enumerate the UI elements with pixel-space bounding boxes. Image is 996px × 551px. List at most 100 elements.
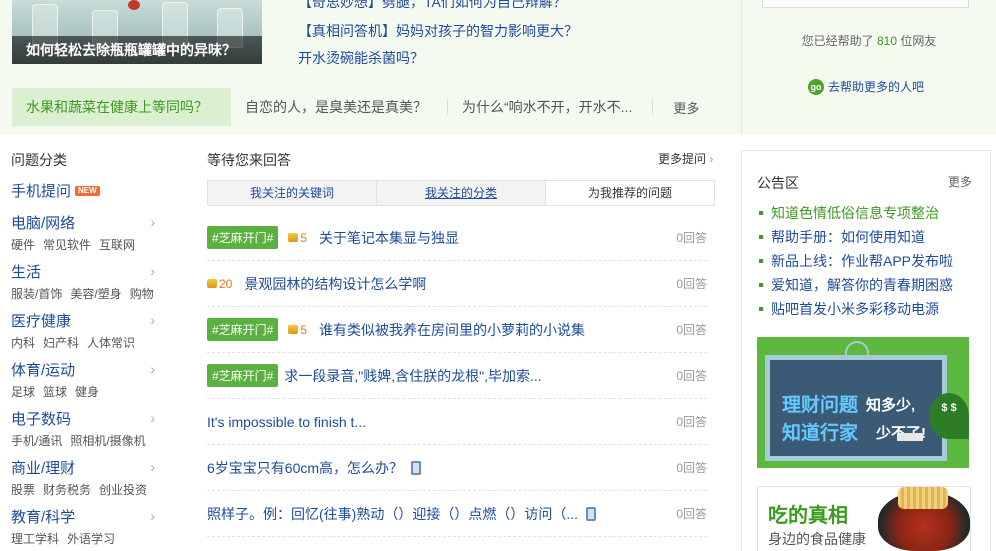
question-title[interactable]: 关于笔记本集显与独显 bbox=[319, 228, 459, 248]
category-item[interactable]: 医疗健康 › 内科 妇产科 人体常识 bbox=[11, 310, 161, 351]
subcategory-link[interactable]: 财务税务 bbox=[43, 483, 91, 497]
hot-question-link[interactable]: 【真相问答机】妈妈对孩子的智力影响更大？ bbox=[298, 21, 578, 41]
hot-question-link[interactable]: 【奇思妙想】劈腿，TA们如何为自己辩解？ bbox=[298, 0, 567, 12]
money-gear-icon: $ $ bbox=[929, 393, 969, 439]
tab-categories[interactable]: 我关注的分类 bbox=[377, 181, 546, 205]
help-count: 您已经帮助了 810 位网友 bbox=[742, 32, 996, 49]
tab-keywords[interactable]: 我关注的关键词 bbox=[208, 181, 377, 205]
notice-item[interactable]: 帮助手册：如何使用知道 bbox=[759, 227, 925, 247]
category-item[interactable]: 教育/科学 › 理工学科 外语学习 bbox=[11, 506, 161, 547]
food-banner-title: 吃的真相 bbox=[768, 505, 848, 527]
subcategory-link[interactable]: 外语学习 bbox=[67, 532, 115, 546]
question-title[interactable]: 景观园林的结构设计怎么学啊 bbox=[244, 274, 426, 294]
question-title[interactable]: 6岁宝宝只有60cm高，怎么办？ bbox=[207, 458, 403, 478]
food-banner-subtitle: 身边的食品健康 bbox=[768, 531, 866, 547]
question-row[interactable]: #芝麻开门# 求一段录音,"贱婢,含住朕的龙根",毕加索... 0回答 bbox=[207, 353, 707, 399]
subcategory-link[interactable]: 理工学科 bbox=[11, 532, 59, 546]
strip-more-link[interactable]: 更多 bbox=[653, 98, 699, 117]
subcategory-link[interactable]: 健身 bbox=[75, 385, 99, 399]
notice-item[interactable]: 爱知道，解答你的青春期困惑 bbox=[759, 275, 953, 295]
subcategory-link[interactable]: 股票 bbox=[11, 483, 35, 497]
help-count-number: 810 bbox=[876, 34, 898, 48]
bullet-icon bbox=[759, 211, 763, 215]
subcategory-link[interactable]: 手机/通讯 bbox=[11, 434, 62, 448]
category-item[interactable]: 商业/理财 › 股票 财务税务 创业投资 bbox=[11, 457, 161, 498]
question-title[interactable]: 求一段录音,"贱婢,含住朕的龙根",毕加索... bbox=[284, 366, 541, 386]
coin-icon bbox=[207, 279, 217, 288]
category-item[interactable]: 体育/运动 › 足球 篮球 健身 bbox=[11, 359, 161, 400]
question-title[interactable]: 谁有类似被我养在房间里的小萝莉的小说集 bbox=[319, 320, 585, 340]
tab-recommended[interactable]: 为我推荐的问题 bbox=[546, 181, 714, 205]
notice-more-link[interactable]: 更多 bbox=[948, 173, 972, 190]
banner-text: 知多少, bbox=[866, 397, 916, 414]
chevron-right-icon: › bbox=[709, 152, 714, 166]
notice-item[interactable]: 新品上线：作业帮APP发布啦 bbox=[759, 251, 953, 271]
more-questions-link[interactable]: 更多提问 › bbox=[658, 150, 713, 167]
subcategory-link[interactable]: 美容/塑身 bbox=[70, 287, 121, 301]
subcategory-link[interactable]: 足球 bbox=[11, 385, 35, 399]
chevron-right-icon: › bbox=[150, 312, 155, 328]
question-tag[interactable]: #芝麻开门# bbox=[207, 226, 279, 249]
mobile-ask[interactable]: 手机提问 NEW bbox=[11, 180, 161, 201]
answer-count: 0回答 bbox=[676, 507, 707, 521]
reward-coins: 5 bbox=[288, 231, 307, 245]
answer-count: 0回答 bbox=[676, 461, 707, 475]
subcategory-link[interactable]: 服装/首饰 bbox=[11, 287, 62, 301]
question-tag[interactable]: #芝麻开门# bbox=[207, 318, 279, 341]
chevron-right-icon: › bbox=[150, 459, 155, 475]
category-name[interactable]: 生活 bbox=[11, 261, 161, 282]
category-item[interactable]: 生活 › 服装/首饰 美容/塑身 购物 bbox=[11, 261, 161, 302]
strip-question[interactable]: 自恋的人，是臭美还是真美？ bbox=[231, 99, 448, 115]
promo-image[interactable]: 如何轻松去除瓶瓶罐罐中的异味？ bbox=[12, 0, 262, 64]
phone-icon bbox=[586, 506, 596, 521]
category-name[interactable]: 教育/科学 bbox=[11, 506, 161, 527]
subcategory-link[interactable]: 创业投资 bbox=[99, 483, 147, 497]
question-row[interactable]: 照样子。例：回忆(往事)熟动（）迎接（）点燃（）访问（... 0回答 bbox=[207, 491, 707, 537]
question-tag[interactable]: #芝麻开门# bbox=[207, 364, 279, 387]
notice-item[interactable]: 知道色情低俗信息专项整治 bbox=[759, 203, 939, 223]
chevron-right-icon: › bbox=[150, 263, 155, 279]
help-panel: 您已经帮助了 810 位网友 go 去帮助更多的人吧 bbox=[741, 0, 996, 134]
subcategory-link[interactable]: 互联网 bbox=[99, 238, 135, 252]
notice-item[interactable]: 贴吧首发小米多彩移动电源 bbox=[759, 299, 939, 319]
bullet-icon bbox=[759, 259, 763, 263]
help-count-prefix: 您已经帮助了 bbox=[801, 34, 874, 48]
subcategory-link[interactable]: 常见软件 bbox=[43, 238, 91, 252]
coin-icon bbox=[288, 325, 299, 334]
category-name[interactable]: 商业/理财 bbox=[11, 457, 161, 478]
hot-question-link[interactable]: 开水烫碗能杀菌吗？ bbox=[298, 48, 424, 68]
chevron-right-icon: › bbox=[150, 508, 155, 524]
reward-coins: 5 bbox=[288, 323, 307, 337]
question-row[interactable]: #芝麻开门# 5 关于笔记本集显与独显 0回答 bbox=[207, 215, 707, 261]
subcategory-link[interactable]: 人体常识 bbox=[87, 336, 135, 350]
question-title[interactable]: 照样子。例：回忆(往事)熟动（）迎接（）点燃（）访问（... bbox=[207, 504, 578, 524]
question-tabs: 我关注的关键词 我关注的分类 为我推荐的问题 bbox=[207, 180, 715, 206]
help-more-link[interactable]: go 去帮助更多的人吧 bbox=[808, 78, 924, 95]
food-truth-banner[interactable]: 吃的真相 身边的食品健康 bbox=[757, 486, 971, 551]
category-subs: 服装/首饰 美容/塑身 购物 bbox=[11, 285, 161, 302]
question-title[interactable]: It's impossible to finish t... bbox=[207, 414, 366, 430]
notice-title: 公告区 bbox=[757, 175, 799, 191]
mobile-ask-label[interactable]: 手机提问 bbox=[11, 183, 71, 200]
strip-active-question[interactable]: 水果和蔬菜在健康上等同吗？ bbox=[12, 88, 231, 126]
strip-question[interactable]: 为什么“响水不开，开水不... bbox=[448, 99, 654, 115]
question-row[interactable]: It's impossible to finish t... 0回答 bbox=[207, 399, 707, 445]
banner-text: 理财问题 bbox=[782, 395, 859, 416]
question-row[interactable]: #芝麻开门# 5 谁有类似被我养在房间里的小萝莉的小说集 0回答 bbox=[207, 307, 707, 353]
subcategory-link[interactable]: 购物 bbox=[130, 287, 154, 301]
category-name[interactable]: 电子数码 bbox=[11, 408, 161, 429]
subcategory-link[interactable]: 篮球 bbox=[43, 385, 67, 399]
category-name[interactable]: 医疗健康 bbox=[11, 310, 161, 331]
subcategory-link[interactable]: 内科 bbox=[11, 336, 35, 350]
category-item[interactable]: 电子数码 › 手机/通讯 照相机/摄像机 bbox=[11, 408, 161, 449]
question-row[interactable]: 6岁宝宝只有60cm高，怎么办？ 0回答 bbox=[207, 445, 707, 491]
finance-expert-banner[interactable]: 理财问题 知多少, 知道行家 少不了! $ $ bbox=[757, 337, 969, 468]
subcategory-link[interactable]: 照相机/摄像机 bbox=[70, 434, 145, 448]
question-row[interactable]: 20 景观园林的结构设计怎么学啊 0回答 bbox=[207, 261, 707, 307]
category-name[interactable]: 电脑/网络 bbox=[11, 212, 161, 233]
subcategory-link[interactable]: 硬件 bbox=[11, 238, 35, 252]
subcategory-link[interactable]: 妇产科 bbox=[43, 336, 79, 350]
category-name[interactable]: 体育/运动 bbox=[11, 359, 161, 380]
help-input-box[interactable] bbox=[762, 0, 969, 8]
category-item[interactable]: 电脑/网络 › 硬件 常见软件 互联网 bbox=[11, 212, 161, 253]
